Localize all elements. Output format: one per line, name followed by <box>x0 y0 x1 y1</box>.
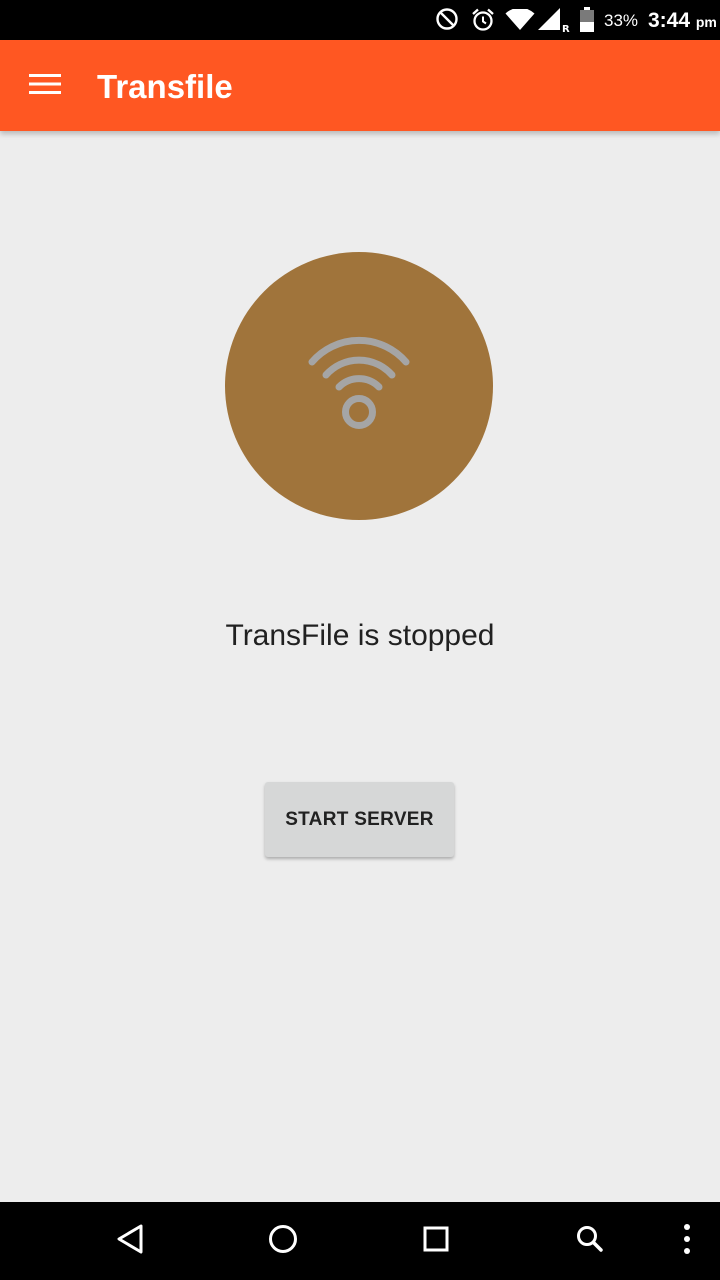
clock: 3:44 pm <box>648 9 717 33</box>
battery-percentage: 33% <box>604 11 639 30</box>
clock-time: 3:44 <box>648 9 691 32</box>
server-status-indicator <box>225 252 493 520</box>
battery-icon <box>579 7 595 38</box>
clock-ampm: pm <box>695 14 717 30</box>
hamburger-menu-icon <box>29 73 61 100</box>
app-title: Transfile <box>97 68 233 105</box>
search-button[interactable] <box>570 1221 610 1261</box>
alarm-icon <box>470 7 496 38</box>
more-options-icon <box>682 1223 692 1260</box>
home-button[interactable] <box>263 1221 303 1261</box>
navigation-bar <box>0 1202 720 1280</box>
more-options-button[interactable] <box>667 1221 707 1261</box>
recents-icon <box>422 1225 450 1258</box>
status-bar: R 33% 3:44 pm <box>0 0 720 40</box>
back-icon <box>115 1223 145 1260</box>
svg-text:R: R <box>562 24 570 34</box>
home-icon <box>267 1223 299 1260</box>
server-status-text: TransFile is stopped <box>225 619 495 652</box>
menu-button[interactable] <box>18 64 72 108</box>
search-icon <box>575 1224 605 1259</box>
app-bar: Transfile <box>0 40 720 131</box>
wifi-icon <box>505 7 535 36</box>
wifi-signal-icon <box>304 334 414 439</box>
back-button[interactable] <box>110 1221 150 1261</box>
signal-icon: R <box>538 8 570 39</box>
do-not-disturb-icon <box>435 7 459 36</box>
start-server-button[interactable]: START SERVER <box>265 782 454 857</box>
recents-button[interactable] <box>416 1221 456 1261</box>
